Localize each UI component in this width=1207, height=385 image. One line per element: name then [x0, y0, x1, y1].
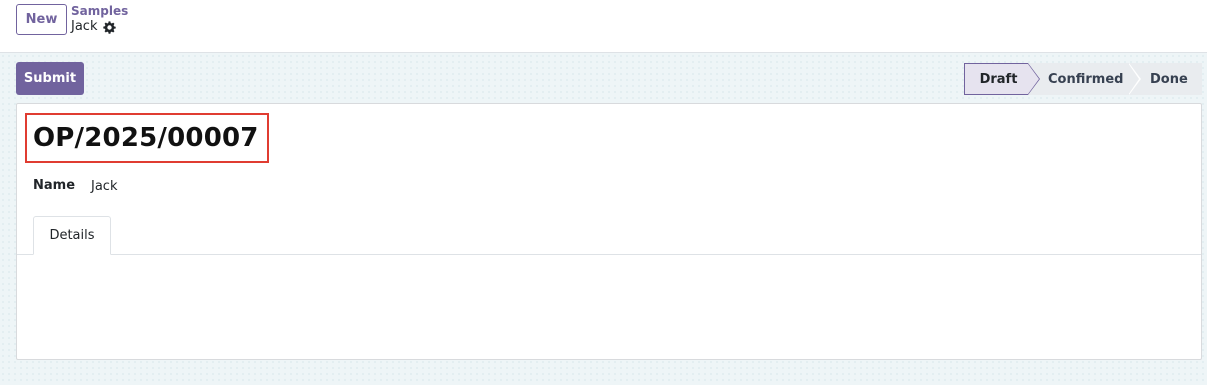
record-title: Jack [71, 19, 98, 34]
name-label: Name [33, 178, 76, 193]
status-bar: Draft Confirmed Done [964, 63, 1202, 95]
stage-confirmed[interactable]: Confirmed [1028, 63, 1141, 95]
name-value[interactable]: Jack [91, 179, 117, 194]
submit-button[interactable]: Submit [16, 62, 84, 95]
tabs-divider [17, 254, 1201, 255]
gear-icon[interactable] [103, 20, 117, 34]
breadcrumb-samples[interactable]: Samples [71, 4, 128, 18]
stage-draft[interactable]: Draft [964, 63, 1040, 95]
breadcrumb-current-record: Jack [71, 19, 117, 35]
form-area: Submit Draft Confirmed Done OP/2025/0000… [0, 53, 1207, 385]
reference-number: OP/2025/00007 [33, 123, 259, 153]
new-button[interactable]: New [16, 4, 67, 35]
tab-details[interactable]: Details [33, 216, 111, 255]
control-panel: New Samples Jack [0, 0, 1207, 53]
form-sheet: OP/2025/00007 Name Jack Details [16, 103, 1202, 360]
